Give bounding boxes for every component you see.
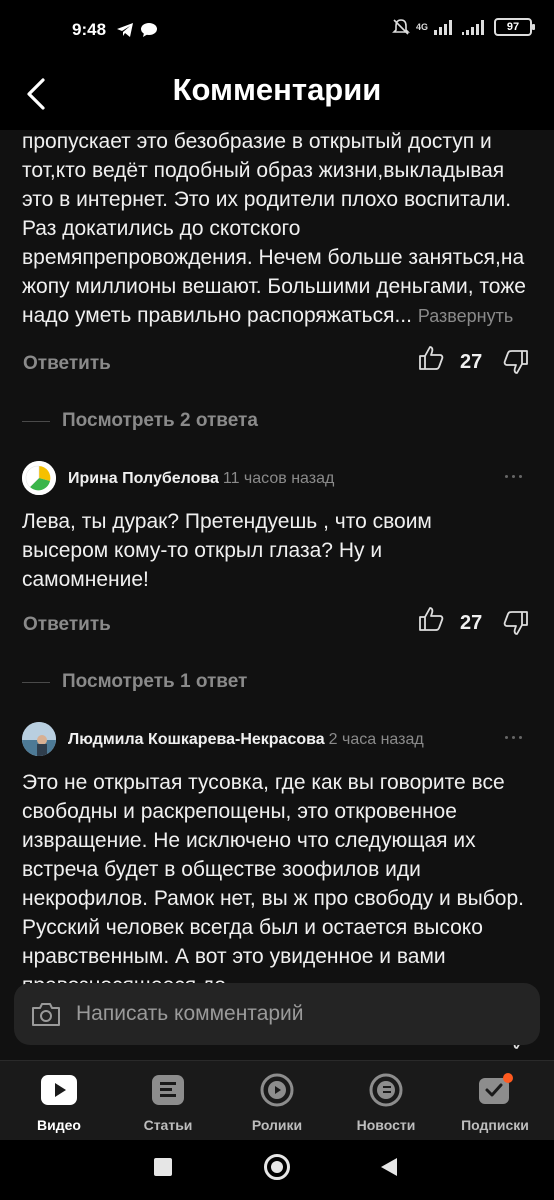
view-replies-link[interactable]: Посмотреть 2 ответа — [0, 395, 554, 447]
replies-divider — [22, 682, 50, 683]
view-replies-label: Посмотреть 2 ответа — [62, 410, 258, 431]
home-button[interactable] — [264, 1154, 290, 1180]
bell-muted-icon — [392, 19, 410, 35]
nav-label-clips: Ролики — [251, 1117, 303, 1133]
status-notification-icons — [116, 22, 158, 38]
camera-icon[interactable] — [30, 1000, 62, 1028]
comment-time: 2 часа назад — [328, 731, 424, 748]
comment-text: пропускает это безобразие в открытый дос… — [0, 130, 554, 331]
reply-button[interactable]: Ответить — [23, 614, 111, 636]
comment-time: 11 часов назад — [222, 470, 335, 487]
nav-news[interactable]: Новости — [341, 1071, 431, 1133]
like-count: 27 — [460, 612, 483, 634]
comment-text: Это не открытая тусовка, где как вы гово… — [22, 771, 524, 997]
nav-video[interactable]: Видео — [14, 1071, 104, 1133]
status-time: 9:48 — [72, 20, 107, 39]
articles-icon — [149, 1071, 187, 1109]
telegram-icon — [117, 23, 133, 37]
more-options-icon[interactable] — [505, 736, 522, 739]
signal-icon-2 — [462, 20, 484, 35]
chat-bubble-icon — [141, 23, 157, 37]
avatar[interactable] — [22, 722, 56, 756]
status-right: 4G 97 — [392, 18, 535, 36]
nav-label-video: Видео — [37, 1117, 81, 1133]
author-name-text: Людмила Кошкарева-Некрасова — [68, 731, 325, 748]
comment-actions: Ответить 27 — [0, 337, 554, 395]
signal-icon — [434, 20, 452, 35]
thumbs-up-icon[interactable] — [418, 606, 444, 632]
view-replies-label: Посмотреть 1 ответ — [62, 671, 248, 692]
battery-level: 97 — [506, 21, 520, 33]
like-count: 27 — [460, 351, 483, 373]
view-replies-link[interactable]: Посмотреть 1 ответ — [0, 656, 554, 708]
page-title: Комментарии — [172, 72, 382, 107]
subscriptions-icon — [476, 1071, 514, 1109]
avatar-logo-icon — [22, 461, 56, 495]
author-name[interactable]: Ирина Полубелова 11 часов назад — [68, 470, 334, 488]
nav-label-subscriptions: Подписки — [461, 1117, 529, 1133]
comment-header: Людмила Кошкарева-Некрасова 2 часа назад — [0, 708, 554, 768]
nav-clips[interactable]: Ролики — [232, 1071, 322, 1133]
comment-item: пропускает это безобразие в открытый дос… — [0, 130, 554, 447]
bottom-nav: Видео Статьи Ролики Новости Подписки — [0, 1060, 554, 1140]
thumbs-down-icon[interactable] — [503, 610, 529, 636]
nav-label-articles: Статьи — [143, 1117, 193, 1133]
status-bar: 9:48 4G 97 — [0, 0, 554, 62]
expand-link[interactable]: Развернуть — [418, 306, 513, 326]
comment-header: Ирина Полубелова 11 часов назад — [0, 447, 554, 507]
home-button-dot — [271, 1161, 283, 1173]
news-icon — [367, 1071, 405, 1109]
comment-input-placeholder: Написать комментарий — [76, 1002, 304, 1025]
author-name-text: Ирина Полубелова — [68, 470, 219, 487]
video-icon — [40, 1071, 78, 1109]
replies-divider — [22, 421, 50, 422]
author-name[interactable]: Людмила Кошкарева-Некрасова 2 часа назад — [68, 731, 424, 749]
nav-subscriptions[interactable]: Подписки — [450, 1071, 540, 1133]
clips-icon — [258, 1071, 296, 1109]
thumbs-up-icon[interactable] — [418, 345, 444, 371]
comment-text: Лева, ты дурак? Претендуешь , что своим … — [22, 510, 432, 591]
recents-button[interactable] — [154, 1158, 172, 1176]
avatar[interactable] — [22, 461, 56, 495]
network-type: 4G — [415, 22, 428, 32]
more-options-icon[interactable] — [505, 475, 522, 478]
reply-button[interactable]: Ответить — [23, 353, 111, 375]
comment-item: Ирина Полубелова 11 часов назад Лева, ты … — [0, 447, 554, 708]
comments-list[interactable]: пропускает это безобразие в открытый дос… — [0, 130, 554, 1060]
battery-indicator: 97 — [494, 18, 535, 36]
system-nav-bar — [0, 1140, 554, 1200]
nav-articles[interactable]: Статьи — [123, 1071, 213, 1133]
comment-actions: Ответить 27 — [0, 598, 554, 656]
back-triangle-icon[interactable] — [380, 1157, 398, 1177]
comment-body: пропускает это безобразие в открытый дос… — [22, 130, 526, 327]
comment-input[interactable]: Написать комментарий — [14, 983, 540, 1045]
header: Комментарии — [0, 62, 554, 130]
avatar-photo-icon — [22, 722, 56, 756]
thumbs-down-icon[interactable] — [503, 349, 529, 375]
nav-label-news: Новости — [356, 1117, 416, 1133]
